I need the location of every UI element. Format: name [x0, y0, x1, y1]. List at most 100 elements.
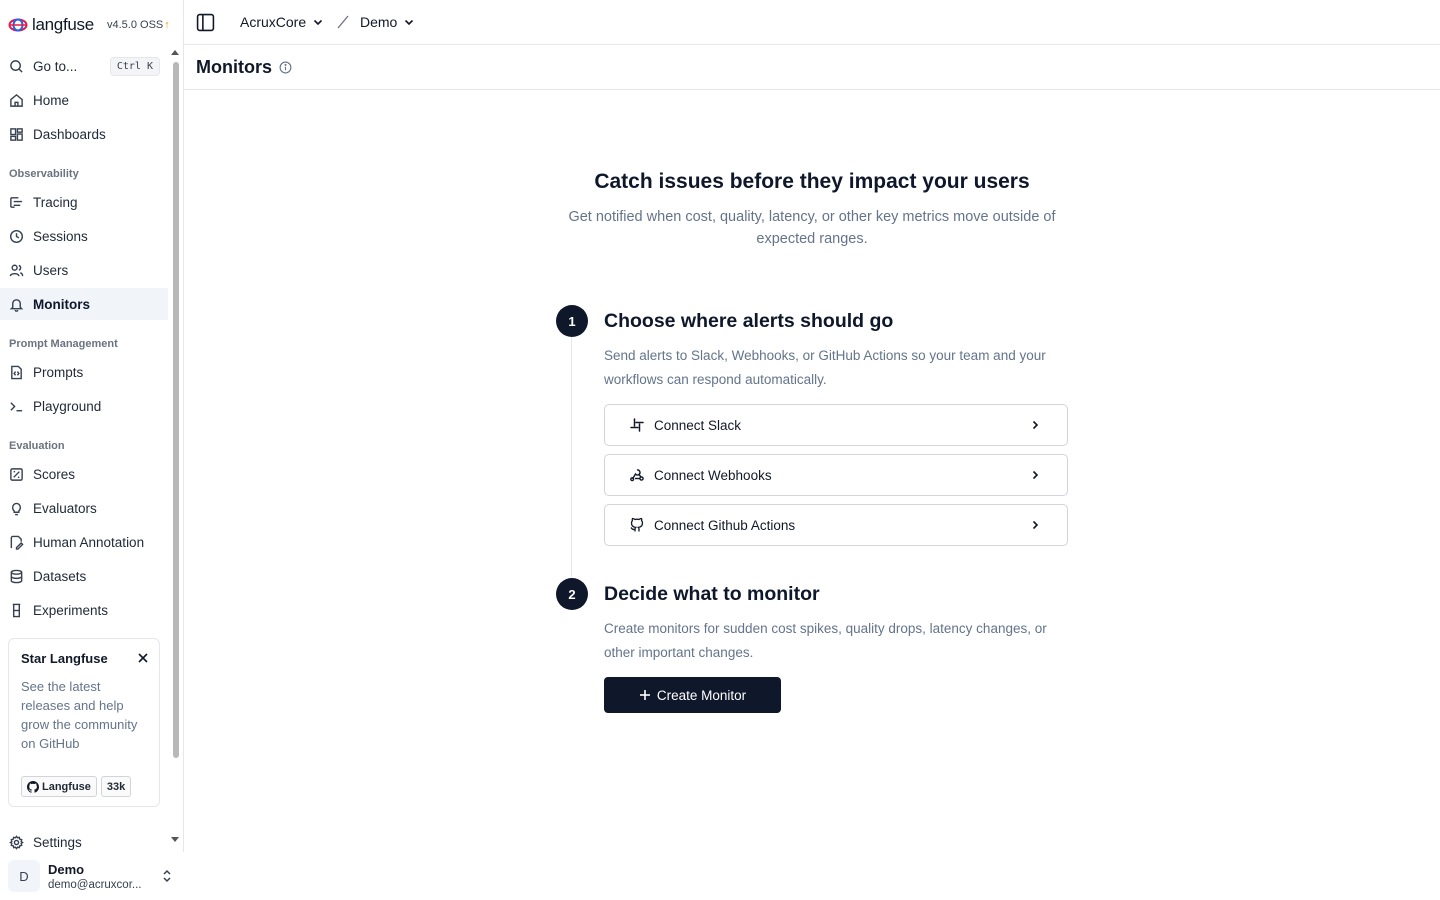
connect-webhooks-label: Connect Webhooks: [654, 467, 772, 483]
github-icon: [630, 517, 644, 532]
scroll-down-arrow[interactable]: [171, 837, 179, 842]
sidebar-item-label: Users: [33, 262, 69, 278]
sidebar-item-prompts[interactable]: Prompts: [0, 356, 168, 388]
page-header: Monitors: [184, 45, 1440, 90]
shortcut-badge: Ctrl K: [109, 57, 160, 76]
star-langfuse-card: Star Langfuse See the latest releases an…: [8, 638, 160, 807]
sidebar-item-label: Settings: [33, 834, 82, 850]
goto-search[interactable]: Go to... Ctrl K: [0, 50, 168, 82]
github-star-badge[interactable]: Langfuse 33k: [21, 776, 132, 797]
chevron-right-icon: [1032, 520, 1039, 530]
sidebar-item-label: Datasets: [33, 568, 87, 584]
user-menu[interactable]: D Demo demo@acruxcor...: [0, 852, 184, 900]
sidebar-item-dashboards[interactable]: Dashboards: [0, 118, 168, 150]
gear-icon: [9, 834, 24, 850]
chevrons-up-down-icon: [163, 869, 171, 883]
breadcrumb-slash-icon: [337, 15, 349, 29]
connect-github-actions-button[interactable]: Connect Github Actions: [604, 504, 1068, 546]
step-description: Create monitors for sudden cost spikes, …: [604, 621, 1047, 660]
sidebar-item-label: Playground: [33, 398, 102, 414]
connect-slack-button[interactable]: Connect Slack: [604, 404, 1068, 446]
tracing-icon: [10, 196, 23, 208]
brand-name: langfuse: [32, 15, 94, 34]
sidebar-item-home[interactable]: Home: [0, 84, 168, 116]
home-icon: [10, 93, 23, 107]
step-description: Send alerts to Slack, Webhooks, or GitHu…: [604, 348, 1046, 387]
page-title: Monitors: [196, 57, 272, 77]
star-card-title: Star Langfuse: [21, 651, 108, 666]
lightbulb-icon: [11, 502, 22, 515]
connect-slack-label: Connect Slack: [654, 417, 742, 433]
sidebar-item-human-annotation[interactable]: Human Annotation: [0, 526, 168, 558]
sidebar-item-label: Experiments: [33, 602, 109, 618]
sidebar-item-label: Dashboards: [33, 126, 106, 142]
sidebar-item-evaluators[interactable]: Evaluators: [0, 492, 168, 524]
topbar: AcruxCore Demo: [184, 0, 1440, 45]
sidebar-item-experiments[interactable]: Experiments: [0, 594, 168, 626]
chevron-right-icon: [1032, 470, 1039, 480]
section-label-observability: Observability: [9, 168, 79, 180]
step-title: Decide what to monitor: [604, 583, 820, 605]
sidebar-item-label: Monitors: [33, 296, 90, 312]
sidebar-toggle-icon[interactable]: [196, 13, 215, 32]
sidebar-item-datasets[interactable]: Datasets: [0, 560, 168, 592]
sidebar-item-label: Evaluators: [33, 500, 97, 516]
sidebar-item-label: Home: [33, 92, 70, 108]
sidebar-item-label: Prompts: [33, 364, 84, 380]
connect-github-actions-label: Connect Github Actions: [654, 517, 796, 533]
flask-icon: [12, 603, 21, 617]
github-star-count[interactable]: 33k: [100, 776, 132, 797]
hero-subtitle: Get notified when cost, quality, latency…: [568, 209, 1056, 247]
scrollbar-thumb[interactable]: [173, 62, 179, 758]
search-icon: [10, 59, 23, 73]
webhook-icon: [630, 469, 644, 482]
avatar: D: [8, 860, 40, 892]
brand-logo[interactable]: langfuse: [8, 14, 94, 36]
project-selector[interactable]: Demo: [360, 14, 415, 30]
sidebar-item-label: Sessions: [33, 228, 88, 244]
github-icon: [27, 780, 39, 793]
goto-label: Go to...: [33, 58, 78, 74]
hero-title: Catch issues before they impact your use…: [594, 170, 1030, 193]
sidebar-item-monitors[interactable]: Monitors: [0, 288, 168, 320]
annotation-icon: [10, 535, 24, 550]
star-card-text: See the latest releases and help grow th…: [21, 679, 138, 751]
file-code-icon: [11, 365, 22, 379]
step-title: Choose where alerts should go: [604, 310, 894, 332]
project-name: Demo: [360, 14, 398, 30]
sidebar: langfuse v4.5.0 OSS ↑ Go to... Ctrl K Ho…: [0, 0, 184, 900]
chevron-down-icon: [405, 19, 414, 26]
database-icon: [10, 569, 23, 583]
sidebar-item-tracing[interactable]: Tracing: [0, 186, 168, 218]
section-label-evaluation: Evaluation: [9, 440, 65, 452]
chevron-right-icon: [1032, 420, 1039, 430]
sidebar-item-label: Human Annotation: [33, 534, 145, 550]
dashboard-icon: [10, 127, 23, 141]
step-connector-line: [571, 337, 572, 580]
close-icon[interactable]: [137, 652, 149, 664]
sidebar-item-label: Scores: [33, 466, 76, 482]
bell-icon: [9, 298, 24, 312]
github-repo-label: Langfuse: [42, 780, 91, 793]
user-email: demo@acruxcor...: [48, 879, 142, 891]
sidebar-item-scores[interactable]: Scores: [0, 458, 168, 490]
section-label-prompt-management: Prompt Management: [9, 338, 118, 350]
create-monitor-button[interactable]: Create Monitor: [604, 677, 781, 713]
scroll-up-arrow[interactable]: [171, 50, 179, 55]
info-icon[interactable]: [279, 61, 292, 74]
terminal-icon: [10, 401, 23, 411]
create-monitor-label: Create Monitor: [656, 687, 747, 703]
arrow-up-icon: ↑: [164, 19, 170, 31]
github-repo-button[interactable]: Langfuse: [21, 776, 97, 797]
sidebar-item-playground[interactable]: Playground: [0, 390, 168, 422]
organization-selector[interactable]: AcruxCore: [240, 14, 324, 30]
version-badge[interactable]: v4.5.0 OSS ↑: [107, 19, 170, 31]
plus-icon: [639, 690, 650, 700]
connect-webhooks-button[interactable]: Connect Webhooks: [604, 454, 1068, 496]
sidebar-item-users[interactable]: Users: [0, 254, 168, 286]
sidebar-item-sessions[interactable]: Sessions: [0, 220, 168, 252]
slack-icon: [630, 418, 644, 432]
scores-icon: [10, 467, 23, 481]
clock-icon: [9, 229, 24, 243]
step-number-1: 1: [556, 305, 588, 337]
